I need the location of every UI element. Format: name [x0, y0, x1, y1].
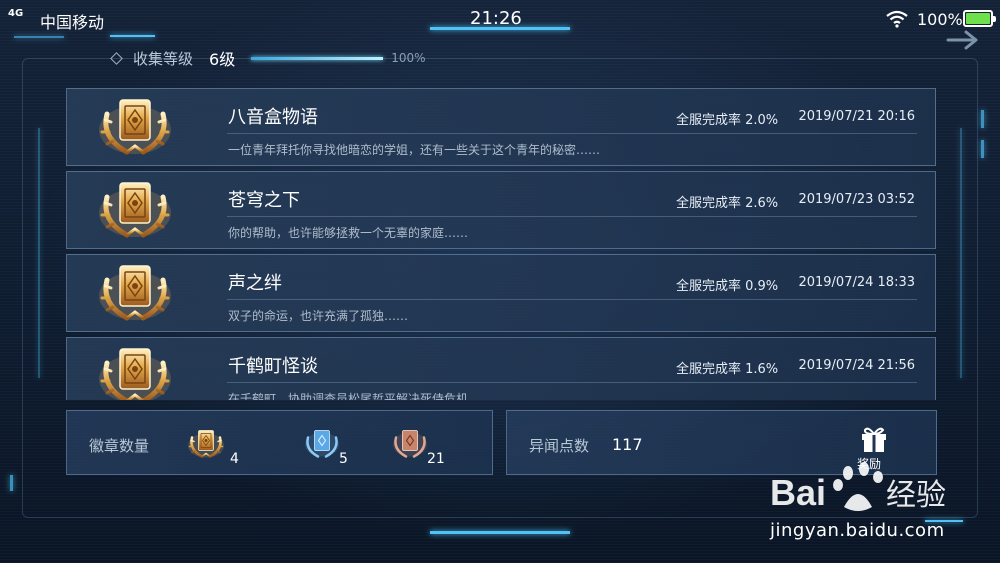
points-label: 异闻点数 — [529, 437, 590, 455]
achievement-description: 一位青年拜托你寻找他暗恋的学姐，还有一些关于这个青年的秘密…… — [228, 143, 601, 157]
achievement-description: 在千鹤町，协助调查员松尾哲平解决死侍危机。 — [228, 392, 481, 400]
side-accent — [10, 475, 13, 491]
status-bar: 4G 中国移动 21:26 100% — [0, 0, 1000, 38]
gold-badge-icon — [93, 343, 177, 400]
wifi-icon — [886, 10, 908, 28]
achievement-rate: 全服完成率 2.6% — [676, 196, 779, 211]
achievement-date: 2019/07/23 03:52 — [798, 192, 915, 207]
points-value: 117 — [612, 435, 643, 454]
badge-count-panel: 徽章数量 4 5 21 — [66, 410, 493, 475]
side-rail — [960, 128, 962, 378]
gold-badge-icon — [93, 260, 177, 326]
copper-badge-count: 21 — [427, 451, 445, 467]
achievement-title: 千鹤町怪谈 — [228, 356, 318, 377]
divider — [227, 382, 917, 383]
achievement-rate: 全服完成率 0.9% — [676, 279, 779, 294]
copper-badge-icon — [393, 430, 427, 458]
collection-level-label: 收集等级 — [133, 49, 194, 68]
achievement-description: 你的帮助，也许能够拯救一个无辜的家庭…… — [228, 226, 469, 240]
achievement-date: 2019/07/21 20:16 — [798, 109, 915, 124]
divider — [227, 216, 917, 217]
gift-icon[interactable] — [859, 425, 889, 453]
bottom-accent-line — [430, 531, 570, 534]
watermark-url: jingyan.baidu.com — [770, 520, 945, 541]
diamond-icon — [110, 51, 123, 65]
achievement-rate: 全服完成率 1.6% — [676, 362, 779, 377]
collection-progress-text: 100% — [391, 51, 426, 65]
badge-count-label: 徽章数量 — [89, 437, 150, 455]
svg-text:Bai: Bai — [770, 472, 826, 513]
achievement-card[interactable]: 苍穹之下 全服完成率 2.6% 2019/07/23 03:52 你的帮助，也许… — [66, 171, 936, 249]
side-accent — [981, 110, 984, 128]
achievement-date: 2019/07/24 18:33 — [798, 275, 915, 290]
blue-badge-icon — [305, 430, 339, 458]
achievement-date: 2019/07/24 21:56 — [798, 358, 915, 373]
achievement-description: 双子的命运，也许充满了孤独…… — [228, 309, 409, 323]
achievement-list[interactable]: 八音盒物语 全服完成率 2.0% 2019/07/21 20:16 一位青年拜托… — [66, 88, 936, 400]
status-time: 21:26 — [470, 8, 522, 29]
side-rail — [38, 128, 40, 378]
achievement-title: 声之绊 — [228, 273, 282, 294]
blue-badge-count: 5 — [339, 451, 348, 467]
battery-icon — [963, 10, 996, 27]
svg-text:经验: 经验 — [886, 478, 946, 513]
achievement-card[interactable]: 声之绊 全服完成率 0.9% 2019/07/24 18:33 双子的命运，也许… — [66, 254, 936, 332]
gold-badge-icon — [93, 177, 177, 243]
achievement-card[interactable]: 八音盒物语 全服完成率 2.0% 2019/07/21 20:16 一位青年拜托… — [66, 88, 936, 166]
network-indicator: 4G — [8, 8, 24, 19]
achievement-title: 八音盒物语 — [228, 107, 318, 128]
achievement-title: 苍穹之下 — [228, 190, 300, 211]
gold-badge-icon — [93, 94, 177, 160]
side-accent — [981, 140, 984, 158]
divider — [227, 133, 917, 134]
collection-level-value: 6级 — [209, 50, 236, 69]
achievement-rate: 全服完成率 2.0% — [676, 113, 779, 128]
battery-percent: 100% — [917, 10, 963, 29]
gold-badge-icon — [186, 429, 226, 459]
collection-progress-bar — [251, 56, 384, 60]
collection-level: 收集等级 6级 100% — [110, 46, 426, 70]
gold-badge-count: 4 — [230, 451, 239, 467]
carrier-name: 中国移动 — [40, 13, 105, 32]
divider — [227, 299, 917, 300]
achievement-card[interactable]: 千鹤町怪谈 全服完成率 1.6% 2019/07/24 21:56 在千鹤町，协… — [66, 337, 936, 400]
